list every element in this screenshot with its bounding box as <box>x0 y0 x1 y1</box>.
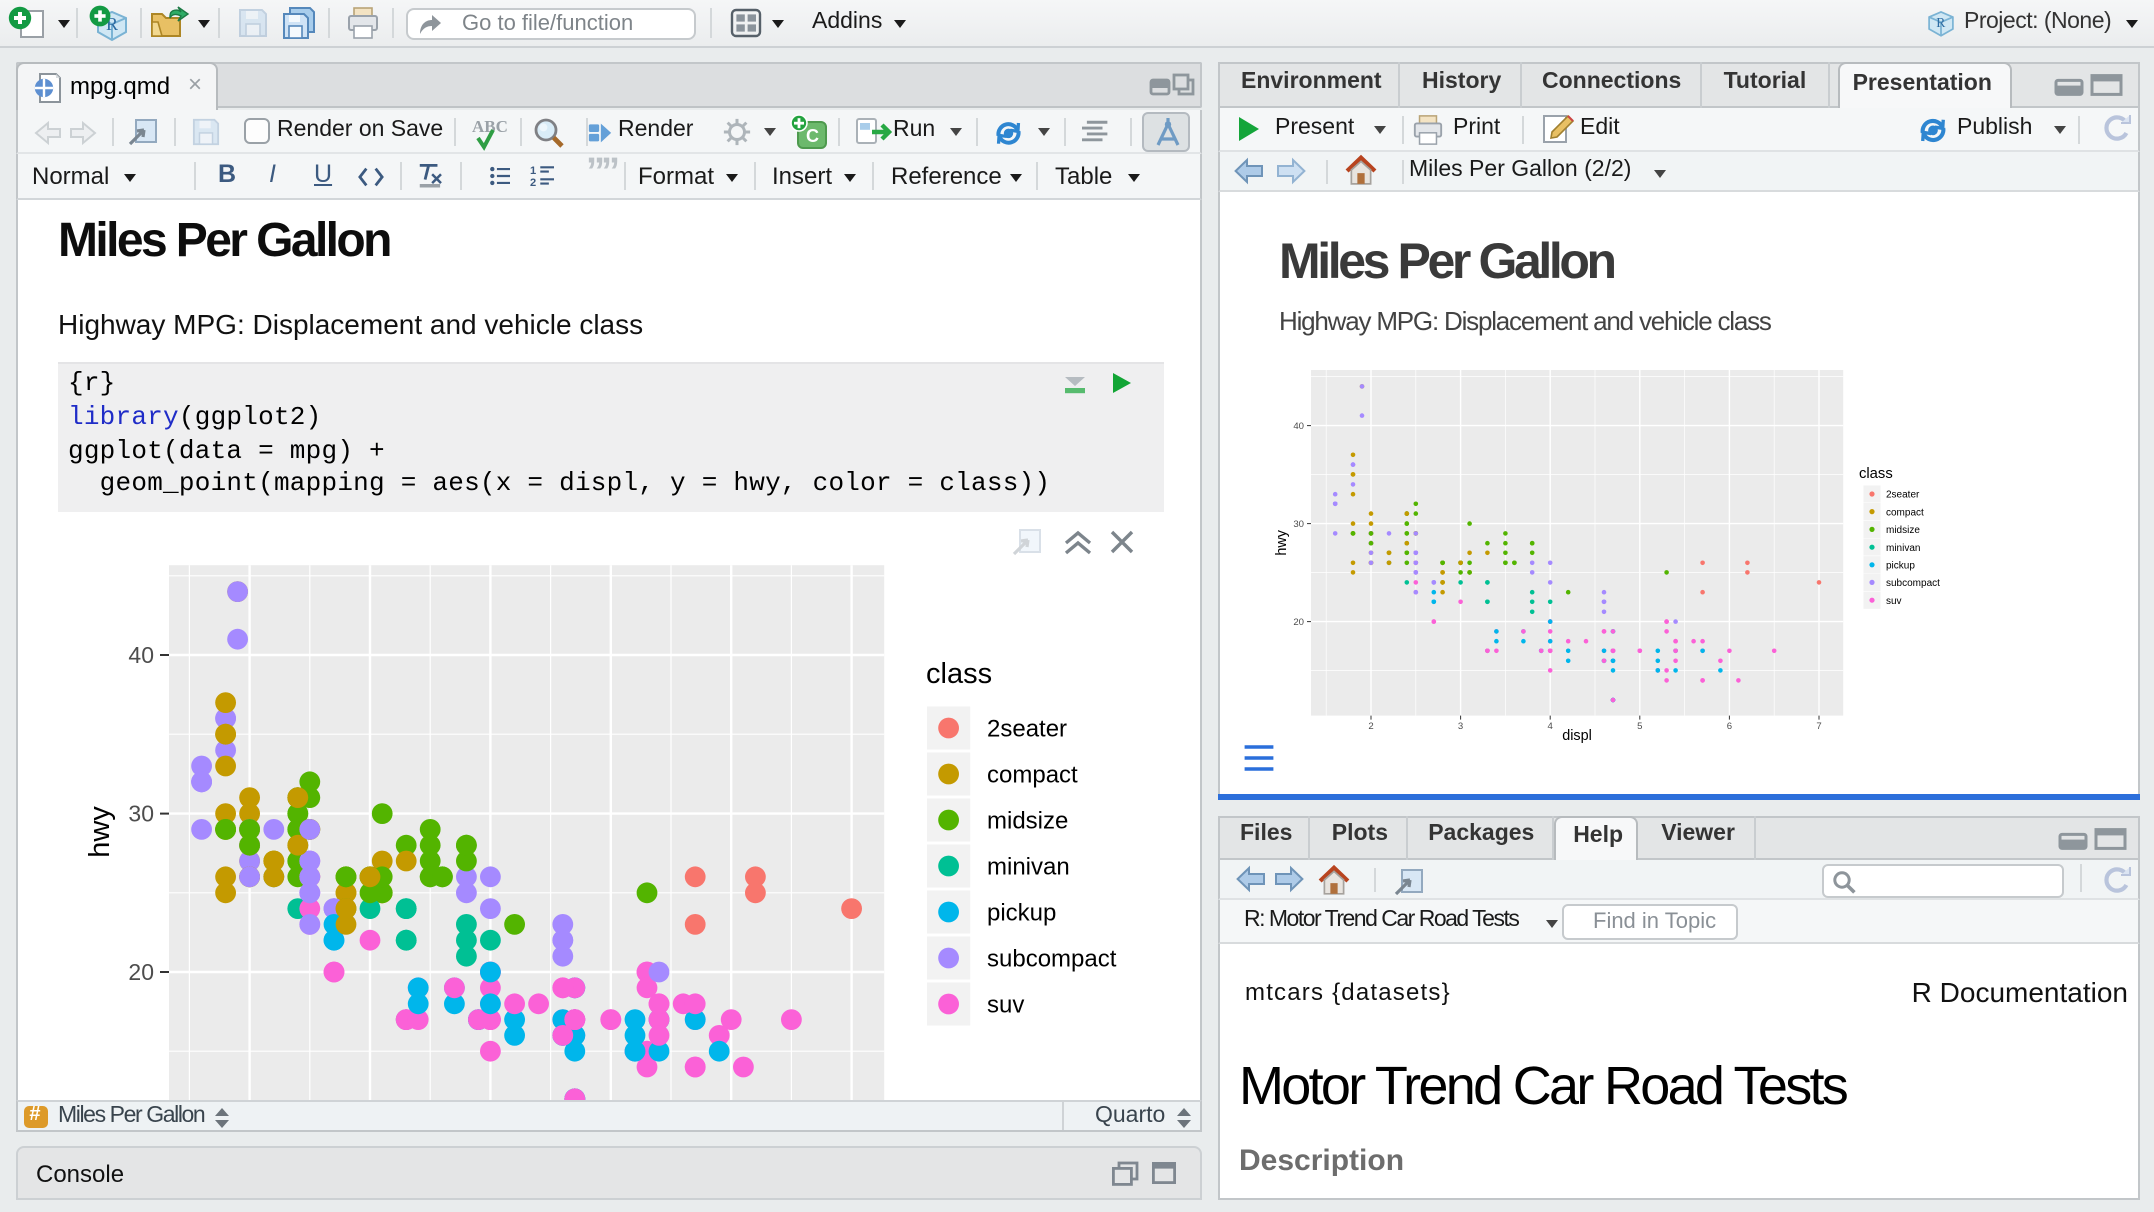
svg-text:30: 30 <box>128 801 154 827</box>
svg-text:R: R <box>1936 15 1946 30</box>
svg-text:hwy: hwy <box>84 806 116 858</box>
svg-text:2seater: 2seater <box>1886 489 1920 500</box>
svg-text:1: 1 <box>529 165 535 177</box>
svg-text:minivan: minivan <box>987 853 1070 880</box>
svg-text:subcompact: subcompact <box>987 945 1117 972</box>
svg-text:20: 20 <box>1293 616 1304 627</box>
svg-text:compact: compact <box>1886 506 1924 517</box>
svg-text:2seater: 2seater <box>987 715 1067 742</box>
svg-text:class: class <box>1859 465 1893 481</box>
svg-text:compact: compact <box>987 761 1078 788</box>
svg-text:20: 20 <box>128 959 154 985</box>
svg-text:pickup: pickup <box>987 899 1056 926</box>
svg-text:class: class <box>926 658 992 690</box>
svg-text:40: 40 <box>128 642 154 668</box>
svg-text:2: 2 <box>529 177 535 189</box>
svg-text:midsize: midsize <box>987 807 1068 834</box>
svg-text:midsize: midsize <box>1886 524 1920 535</box>
svg-text:subcompact: subcompact <box>1886 577 1940 588</box>
svg-text:suv: suv <box>987 991 1024 1018</box>
svg-text:40: 40 <box>1293 420 1304 431</box>
svg-text:suv: suv <box>1886 595 1902 606</box>
svg-text:3: 3 <box>1458 720 1463 731</box>
svg-text:pickup: pickup <box>1886 559 1915 570</box>
svg-text:minivan: minivan <box>1886 542 1920 553</box>
svg-text:2: 2 <box>1368 720 1373 731</box>
svg-text:hwy: hwy <box>1274 528 1290 554</box>
svg-text:C: C <box>806 126 819 146</box>
svg-text:5: 5 <box>1637 720 1642 731</box>
svg-text:30: 30 <box>1293 518 1304 529</box>
svg-text:6: 6 <box>1727 720 1732 731</box>
svg-text:7: 7 <box>1816 720 1821 731</box>
svg-text:4: 4 <box>1548 720 1554 731</box>
svg-text:displ: displ <box>1562 727 1592 743</box>
